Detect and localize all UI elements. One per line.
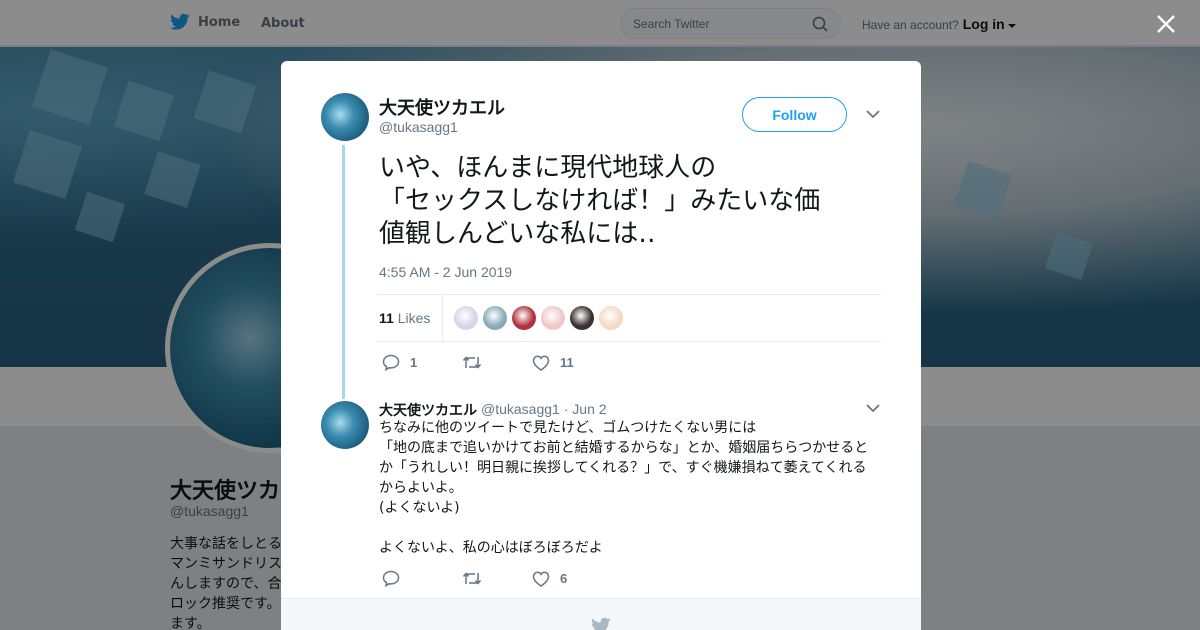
- retweet-action[interactable]: [462, 355, 542, 370]
- tweet-author-avatar[interactable]: [321, 93, 369, 141]
- close-modal-button[interactable]: [1152, 10, 1180, 38]
- likes-count: 11: [379, 310, 394, 326]
- reply-date[interactable]: Jun 2: [572, 401, 606, 417]
- heart-icon: [532, 571, 550, 587]
- tweet-text-line: 値観しんどいな私には‥: [379, 219, 656, 249]
- thread-connector-line: [342, 145, 345, 399]
- modal-footer: [281, 598, 921, 630]
- reply-count: 1: [410, 355, 418, 370]
- like-action[interactable]: 6: [532, 571, 567, 587]
- reply-actions: 6: [382, 570, 567, 587]
- liker-avatar[interactable]: [512, 306, 536, 330]
- tweet-permalink-modal: 大天使ツカエル @tukasagg1 Follow いや、ほんまに現代地球人の …: [281, 61, 921, 630]
- reply-author-handle[interactable]: @tukasagg1: [481, 401, 560, 417]
- reply-text: ちなみに他のツイートで見たけど、ゴムつけたくない男には 「地の底まで追いかけてお…: [379, 420, 869, 556]
- reply-icon: [382, 354, 400, 371]
- reply-author-name[interactable]: 大天使ツカエル: [379, 400, 477, 420]
- reply-author-avatar[interactable]: [321, 401, 369, 449]
- liker-avatar[interactable]: [599, 306, 623, 330]
- retweet-action[interactable]: [462, 571, 542, 586]
- like-count: 11: [560, 355, 574, 370]
- reply-action[interactable]: 1: [382, 354, 462, 371]
- liker-avatar[interactable]: [541, 306, 565, 330]
- like-count: 6: [560, 571, 568, 586]
- like-action[interactable]: 11: [532, 355, 574, 371]
- reply-icon: [382, 570, 400, 587]
- tweet-timestamp[interactable]: 4:55 AM - 2 Jun 2019: [379, 264, 512, 280]
- meta-separator: ·: [563, 401, 569, 417]
- follow-button[interactable]: Follow: [742, 97, 847, 132]
- liker-avatars: [454, 306, 623, 330]
- tweet-text-line: 「セックスしなければ！」みたいな価: [379, 186, 821, 216]
- likes-label: Likes: [397, 310, 431, 326]
- retweet-icon: [462, 572, 482, 585]
- liker-avatar[interactable]: [454, 306, 478, 330]
- close-icon: [1157, 15, 1175, 33]
- reply-meta: @tukasagg1 · Jun 2: [481, 401, 607, 417]
- chevron-down-icon[interactable]: [866, 109, 880, 119]
- tweet-author-name[interactable]: 大天使ツカエル: [379, 94, 505, 120]
- tweet-author-handle[interactable]: @tukasagg1: [379, 119, 458, 135]
- liker-avatar[interactable]: [483, 306, 507, 330]
- chevron-down-icon[interactable]: [866, 403, 880, 413]
- retweet-icon: [462, 356, 482, 369]
- reply-action[interactable]: [382, 570, 462, 587]
- stats-divider: [442, 295, 443, 341]
- liker-avatar[interactable]: [570, 306, 594, 330]
- twitter-bird-icon: [591, 617, 611, 630]
- tweet-stats: 11 Likes: [377, 294, 881, 342]
- heart-icon: [532, 355, 550, 371]
- tweet-text-line: いや、ほんまに現代地球人の: [379, 153, 717, 183]
- likes-stat[interactable]: 11 Likes: [379, 310, 430, 326]
- tweet-actions: 1 11: [382, 354, 574, 371]
- tweet-text: いや、ほんまに現代地球人の 「セックスしなければ！」みたいな価 値観しんどいな私…: [379, 152, 879, 251]
